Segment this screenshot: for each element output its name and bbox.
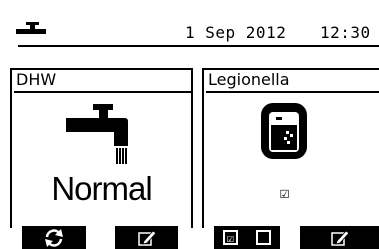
- header-divider: [18, 45, 379, 47]
- dhw-panel[interactable]: DHW Normal: [10, 68, 193, 228]
- legionella-panel[interactable]: Legionella ☑: [202, 68, 379, 228]
- dhw-mode-status: Normal: [51, 170, 152, 207]
- check-on-icon: ☑: [223, 230, 238, 245]
- edit-icon: [137, 229, 157, 246]
- legionella-title-divider: [206, 91, 379, 93]
- tap-icon: [16, 22, 46, 34]
- refresh-icon: [45, 228, 63, 247]
- dhw-title-divider: [14, 91, 191, 93]
- dhw-panel-title: DHW: [16, 70, 57, 89]
- dhw-tap-icon: [66, 104, 128, 164]
- legionella-panel-title: Legionella: [208, 70, 290, 89]
- f2-edit-button[interactable]: [115, 226, 178, 249]
- f3-check-button[interactable]: ☑: [214, 226, 280, 249]
- controller-screen: 1 Sep 2012 12:30 DHW Normal Legionella ☑…: [0, 0, 379, 249]
- check-off-icon: [256, 230, 271, 245]
- header-time: 12:30: [320, 23, 371, 42]
- legionella-enabled-checkbox[interactable]: ☑: [277, 184, 292, 200]
- header-date: 1 Sep 2012: [185, 23, 287, 42]
- f4-edit-button[interactable]: [300, 226, 379, 249]
- edit-icon: [330, 229, 350, 246]
- f1-refresh-button[interactable]: [22, 226, 86, 249]
- tank-icon: [261, 103, 307, 159]
